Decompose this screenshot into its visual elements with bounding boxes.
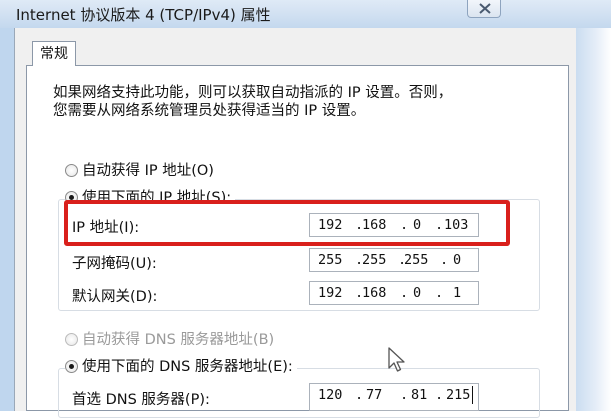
dns-octet-4: 215 bbox=[446, 387, 471, 403]
radio-manual-dns[interactable]: 使用下面的 DNS 服务器地址(E): bbox=[65, 357, 297, 377]
radio-auto-dns-label: 自动获得 DNS 服务器地址(B) bbox=[82, 332, 275, 348]
text-caret bbox=[472, 386, 473, 404]
preferred-dns-label: 首选 DNS 服务器(P): bbox=[72, 392, 210, 408]
radio-manual-dns-indicator[interactable] bbox=[65, 360, 78, 373]
tab-general[interactable]: 常规 bbox=[32, 41, 76, 66]
preferred-dns-input[interactable]: 120 . 77 . 81 . 215 bbox=[309, 383, 479, 411]
subnet-mask-input[interactable]: 255 . 255 . 255 . 0 bbox=[309, 248, 479, 272]
dns-octet-1: 120 bbox=[318, 387, 343, 403]
close-button[interactable] bbox=[467, 0, 501, 18]
radio-auto-ip-indicator[interactable] bbox=[65, 164, 78, 177]
description-line-1: 如果网络支持此功能，则可以获取自动指派的 IP 设置。否则， bbox=[53, 85, 453, 101]
gateway-input[interactable]: 192 . 168 . 0 . 1 bbox=[309, 281, 479, 305]
mask-octet-4: 0 bbox=[453, 252, 462, 268]
gateway-octet-2: 168 bbox=[362, 285, 387, 301]
radio-manual-dns-label: 使用下面的 DNS 服务器地址(E): bbox=[82, 359, 293, 375]
dns-octet-2: 77 bbox=[366, 387, 383, 403]
subnet-mask-label: 子网掩码(U): bbox=[72, 256, 157, 272]
radio-auto-dns-indicator[interactable] bbox=[65, 333, 78, 346]
radio-auto-ip[interactable]: 自动获得 IP 地址(O) bbox=[65, 161, 214, 181]
radio-auto-ip-label: 自动获得 IP 地址(O) bbox=[82, 163, 214, 179]
window-frame-edge bbox=[575, 28, 611, 411]
description-text: 如果网络支持此功能，则可以获取自动指派的 IP 设置。否则， 您需要从网络系统管… bbox=[53, 84, 533, 120]
gateway-octet-4: 1 bbox=[453, 285, 462, 301]
mask-octet-1: 255 bbox=[318, 252, 343, 268]
ip-address-highlight bbox=[64, 200, 510, 246]
window-title: Internet 协议版本 4 (TCP/IPv4) 属性 bbox=[16, 6, 271, 24]
description-line-2: 您需要从网络系统管理员处获得适当的 IP 设置。 bbox=[53, 103, 366, 119]
gateway-octet-3: 0 bbox=[413, 285, 422, 301]
radio-auto-dns[interactable]: 自动获得 DNS 服务器地址(B) bbox=[65, 330, 274, 350]
gateway-octet-1: 192 bbox=[318, 285, 343, 301]
mouse-pointer-icon bbox=[388, 347, 405, 372]
close-icon bbox=[479, 3, 491, 14]
mask-octet-3: 255 bbox=[404, 252, 429, 268]
tcpip-properties-dialog: Internet 协议版本 4 (TCP/IPv4) 属性 常规 如果网络支持此… bbox=[0, 0, 611, 418]
gateway-label: 默认网关(D): bbox=[72, 289, 158, 305]
mask-octet-2: 255 bbox=[362, 252, 387, 268]
dns-octet-3: 81 bbox=[411, 387, 428, 403]
title-bar: Internet 协议版本 4 (TCP/IPv4) 属性 bbox=[0, 0, 611, 28]
